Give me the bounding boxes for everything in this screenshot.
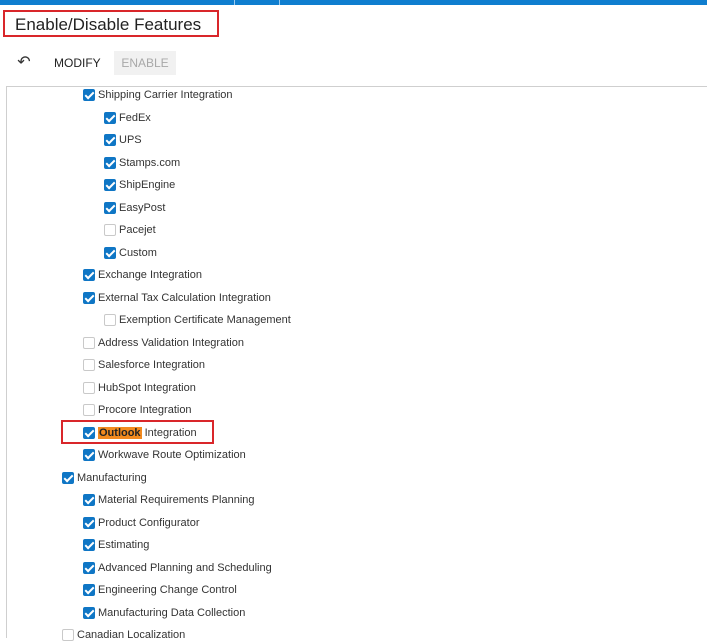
feature-label: FedEx	[119, 112, 151, 124]
top-bar-divider	[279, 0, 280, 5]
feature-outlook-integration[interactable]: Outlook Integration	[83, 425, 197, 441]
feature-procore[interactable]: Procore Integration	[83, 402, 192, 418]
feature-label: Manufacturing	[77, 472, 147, 484]
checkbox-checked[interactable]	[83, 292, 95, 304]
feature-label: Workwave Route Optimization	[98, 449, 246, 461]
feature-label: HubSpot Integration	[98, 382, 196, 394]
feature-label: UPS	[119, 134, 142, 146]
feature-label: Custom	[119, 247, 157, 259]
feature-label: Address Validation Integration	[98, 337, 244, 349]
feature-ups[interactable]: UPS	[104, 132, 142, 148]
feature-label: Engineering Change Control	[98, 584, 237, 596]
feature-external-tax[interactable]: External Tax Calculation Integration	[83, 290, 271, 306]
checkbox-checked[interactable]	[104, 157, 116, 169]
checkbox-checked[interactable]	[104, 134, 116, 146]
checkbox-checked[interactable]	[83, 269, 95, 281]
checkbox-unchecked[interactable]	[104, 314, 116, 326]
feature-label: Material Requirements Planning	[98, 494, 255, 506]
checkbox-checked[interactable]	[83, 517, 95, 529]
feature-label: ShipEngine	[119, 179, 176, 191]
checkbox-checked[interactable]	[104, 112, 116, 124]
checkbox-unchecked[interactable]	[83, 337, 95, 349]
feature-label: Pacejet	[119, 224, 156, 236]
feature-aps[interactable]: Advanced Planning and Scheduling	[83, 560, 272, 576]
feature-label: Product Configurator	[98, 517, 200, 529]
feature-shipengine[interactable]: ShipEngine	[104, 177, 175, 193]
checkbox-unchecked[interactable]	[83, 404, 95, 416]
checkbox-checked[interactable]	[83, 427, 95, 439]
page-title: Enable/Disable Features	[15, 15, 202, 34]
checkbox-checked[interactable]	[83, 607, 95, 619]
feature-manufacturing-data-collection[interactable]: Manufacturing Data Collection	[83, 605, 245, 621]
feature-label: EasyPost	[119, 202, 166, 214]
feature-manufacturing[interactable]: Manufacturing	[62, 470, 147, 486]
feature-pacejet[interactable]: Pacejet	[104, 222, 156, 238]
feature-workwave[interactable]: Workwave Route Optimization	[83, 447, 246, 463]
feature-product-configurator[interactable]: Product Configurator	[83, 515, 200, 531]
feature-engineering-change-control[interactable]: Engineering Change Control	[83, 582, 237, 598]
feature-label: Integration	[141, 427, 197, 439]
feature-easypost[interactable]: EasyPost	[104, 200, 165, 216]
feature-salesforce[interactable]: Salesforce Integration	[83, 357, 205, 373]
feature-label: Procore Integration	[98, 404, 192, 416]
checkbox-checked[interactable]	[83, 539, 95, 551]
checkbox-unchecked[interactable]	[83, 382, 95, 394]
checkbox-checked[interactable]	[62, 472, 74, 484]
checkbox-checked[interactable]	[83, 494, 95, 506]
feature-canadian-localization[interactable]: Canadian Localization	[62, 627, 185, 643]
modify-button[interactable]: MODIFY	[46, 51, 109, 75]
checkbox-unchecked[interactable]	[83, 359, 95, 371]
feature-exchange-integration[interactable]: Exchange Integration	[83, 267, 202, 283]
feature-label: Estimating	[98, 539, 150, 551]
checkbox-checked[interactable]	[104, 247, 116, 259]
feature-hubspot[interactable]: HubSpot Integration	[83, 380, 196, 396]
checkbox-unchecked[interactable]	[104, 224, 116, 236]
feature-label: Stamps.com	[119, 157, 181, 169]
checkbox-checked[interactable]	[104, 202, 116, 214]
top-bar-divider	[234, 0, 235, 5]
feature-label: Shipping Carrier Integration	[98, 89, 233, 101]
checkbox-checked[interactable]	[83, 584, 95, 596]
search-highlight: Outlook	[98, 427, 142, 439]
feature-label: Advanced Planning and Scheduling	[98, 562, 272, 574]
feature-custom[interactable]: Custom	[104, 245, 157, 261]
checkbox-checked[interactable]	[83, 562, 95, 574]
feature-label: Canadian Localization	[77, 629, 186, 641]
feature-label: Salesforce Integration	[98, 359, 206, 371]
feature-label: Manufacturing Data Collection	[98, 607, 246, 619]
feature-label: Exchange Integration	[98, 269, 202, 281]
feature-estimating[interactable]: Estimating	[83, 537, 149, 553]
feature-label: External Tax Calculation Integration	[98, 292, 271, 304]
feature-stamps-com[interactable]: Stamps.com	[104, 155, 180, 171]
checkbox-checked[interactable]	[83, 89, 95, 101]
enable-button[interactable]: ENABLE	[114, 51, 176, 75]
checkbox-checked[interactable]	[104, 179, 116, 191]
feature-exemption-certificate[interactable]: Exemption Certificate Management	[104, 312, 291, 328]
undo-icon[interactable]: ↶	[15, 53, 33, 71]
feature-shipping-carrier-integration[interactable]: Shipping Carrier Integration	[83, 87, 233, 103]
checkbox-checked[interactable]	[83, 449, 95, 461]
feature-label: Exemption Certificate Management	[119, 314, 291, 326]
top-bar	[0, 0, 707, 5]
feature-mrp[interactable]: Material Requirements Planning	[83, 492, 255, 508]
feature-address-validation[interactable]: Address Validation Integration	[83, 335, 244, 351]
feature-fedex[interactable]: FedEx	[104, 110, 151, 126]
checkbox-unchecked[interactable]	[62, 629, 74, 641]
